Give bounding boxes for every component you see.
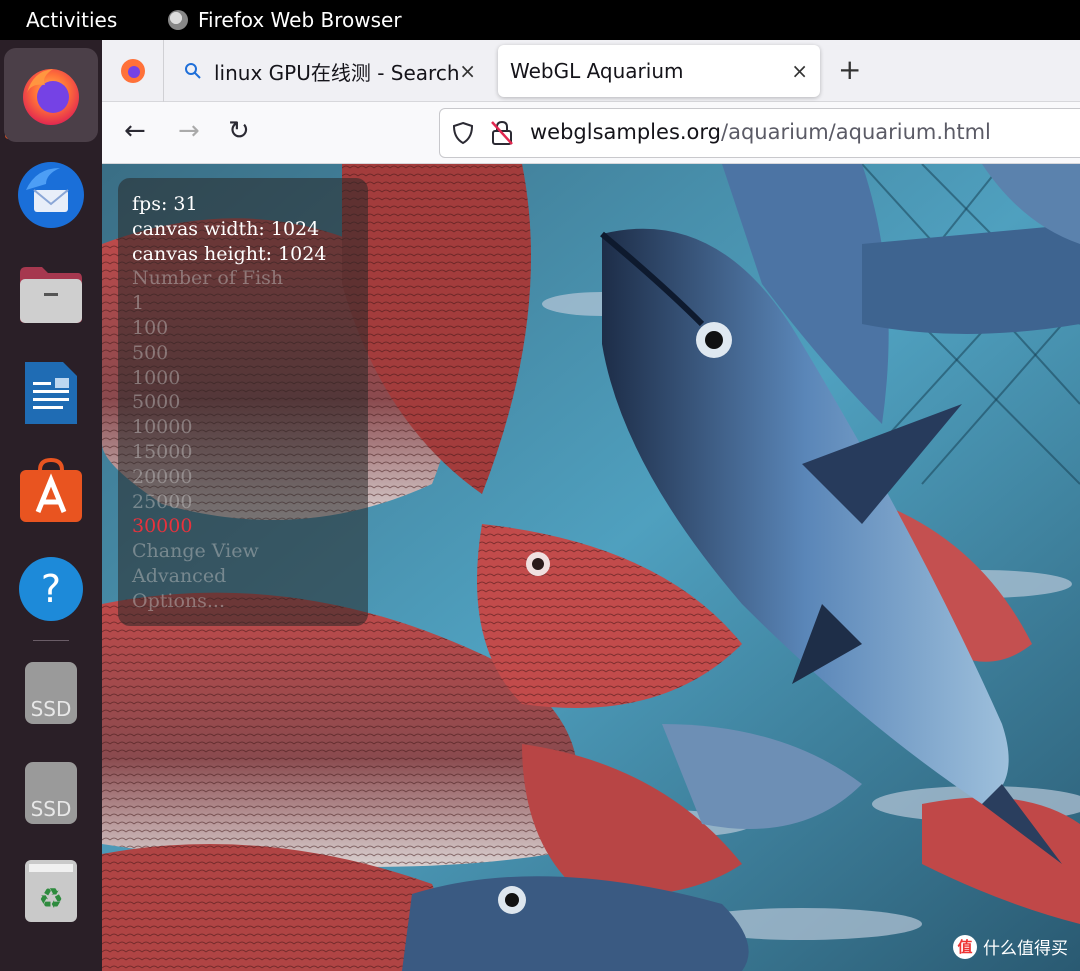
aquarium-controls-panel: fps: 31 canvas width: 1024 canvas height… <box>118 178 368 626</box>
dock-item-ssd-1[interactable]: SSD <box>14 656 88 730</box>
advanced-link[interactable]: Advanced <box>132 564 368 589</box>
watermark-text: 什么值得买 <box>983 939 1068 959</box>
shield-icon <box>452 121 474 145</box>
navigation-bar: ← → ↻ webglsamples.org/aquarium/aquarium… <box>102 102 1080 164</box>
fish-option-30000-selected[interactable]: 30000 <box>132 514 368 539</box>
app-menu-label: Firefox Web Browser <box>198 8 402 32</box>
canvas-height-readout: canvas height: 1024 <box>132 242 327 265</box>
svg-text:?: ? <box>41 567 61 611</box>
dock-item-firefox[interactable] <box>4 48 98 142</box>
dock-item-ssd-2[interactable]: SSD <box>14 756 88 830</box>
url-path: /aquarium/aquarium.html <box>721 120 991 144</box>
close-tab-icon[interactable]: × <box>791 59 808 83</box>
url-text: webglsamples.org/aquarium/aquarium.html <box>530 120 991 144</box>
fps-readout: fps: 31 <box>132 193 198 215</box>
svg-text:SSD: SSD <box>31 697 72 721</box>
watermark-badge: 值 <box>953 934 977 959</box>
software-icon <box>20 458 82 522</box>
files-icon <box>20 267 82 323</box>
canvas-width-readout: canvas width: 1024 <box>132 217 320 240</box>
tab-title: linux GPU在线测 - Search <box>214 60 460 85</box>
tab-title: WebGL Aquarium <box>510 59 684 83</box>
writer-icon <box>25 362 77 424</box>
fish-option-10000[interactable]: 10000 <box>132 415 368 440</box>
svg-text:SSD: SSD <box>31 797 72 821</box>
firefox-mini-icon <box>168 10 188 30</box>
drive-icon: SSD <box>25 662 77 724</box>
firefox-icon <box>23 69 79 125</box>
app-menu[interactable]: Firefox Web Browser <box>168 8 402 32</box>
options-link[interactable]: Options... <box>132 589 368 614</box>
drive-icon: SSD <box>25 762 77 824</box>
dock: ? SSD SSD ♻ <box>0 40 102 971</box>
fish-option-1[interactable]: 1 <box>132 291 368 316</box>
svg-text:♻: ♻ <box>38 882 63 915</box>
url-host: webglsamples.org <box>530 120 721 144</box>
help-icon: ? <box>19 557 83 621</box>
search-icon <box>185 63 201 79</box>
dock-item-thunderbird[interactable] <box>14 158 88 232</box>
fish-option-20000[interactable]: 20000 <box>132 465 368 490</box>
dock-separator <box>33 640 69 641</box>
dock-item-files[interactable] <box>14 258 88 332</box>
close-tab-icon[interactable]: × <box>459 59 476 83</box>
tab-search[interactable]: linux GPU在线测 - Search × <box>178 45 488 97</box>
fish-option-25000[interactable]: 25000 <box>132 490 368 515</box>
url-bar[interactable]: webglsamples.org/aquarium/aquarium.html <box>439 108 1080 158</box>
dock-item-help[interactable]: ? <box>14 552 88 626</box>
new-tab-button[interactable]: + <box>838 53 861 86</box>
reload-button[interactable]: ↻ <box>228 116 250 146</box>
gnome-top-bar: Activities Firefox Web Browser <box>0 0 1080 40</box>
forward-button[interactable]: → <box>178 116 200 146</box>
firefox-view-button[interactable] <box>102 40 164 102</box>
fish-option-100[interactable]: 100 <box>132 316 368 341</box>
watermark: 值 什么值得买 <box>953 934 1068 959</box>
webgl-aquarium-canvas[interactable]: fps: 31 canvas width: 1024 canvas height… <box>102 164 1080 971</box>
tab-bar: linux GPU在线测 - Search × WebGL Aquarium ×… <box>102 40 1080 102</box>
trash-icon: ♻ <box>25 860 77 922</box>
change-view-link[interactable]: Change View <box>132 539 368 564</box>
tab-webgl-aquarium[interactable]: WebGL Aquarium × <box>498 45 820 97</box>
insecure-lock-icon <box>491 120 513 145</box>
activities-button[interactable]: Activities <box>26 8 117 32</box>
fish-option-5000[interactable]: 5000 <box>132 390 368 415</box>
number-of-fish-label: Number of Fish <box>132 267 284 290</box>
fish-option-500[interactable]: 500 <box>132 341 368 366</box>
thunderbird-icon <box>18 162 84 228</box>
dock-item-writer[interactable] <box>14 356 88 430</box>
fish-option-1000[interactable]: 1000 <box>132 366 368 391</box>
fish-option-15000[interactable]: 15000 <box>132 440 368 465</box>
dock-item-trash[interactable]: ♻ <box>14 854 88 928</box>
back-button[interactable]: ← <box>124 116 146 146</box>
dock-item-software[interactable] <box>14 454 88 528</box>
firefox-icon <box>120 59 145 83</box>
